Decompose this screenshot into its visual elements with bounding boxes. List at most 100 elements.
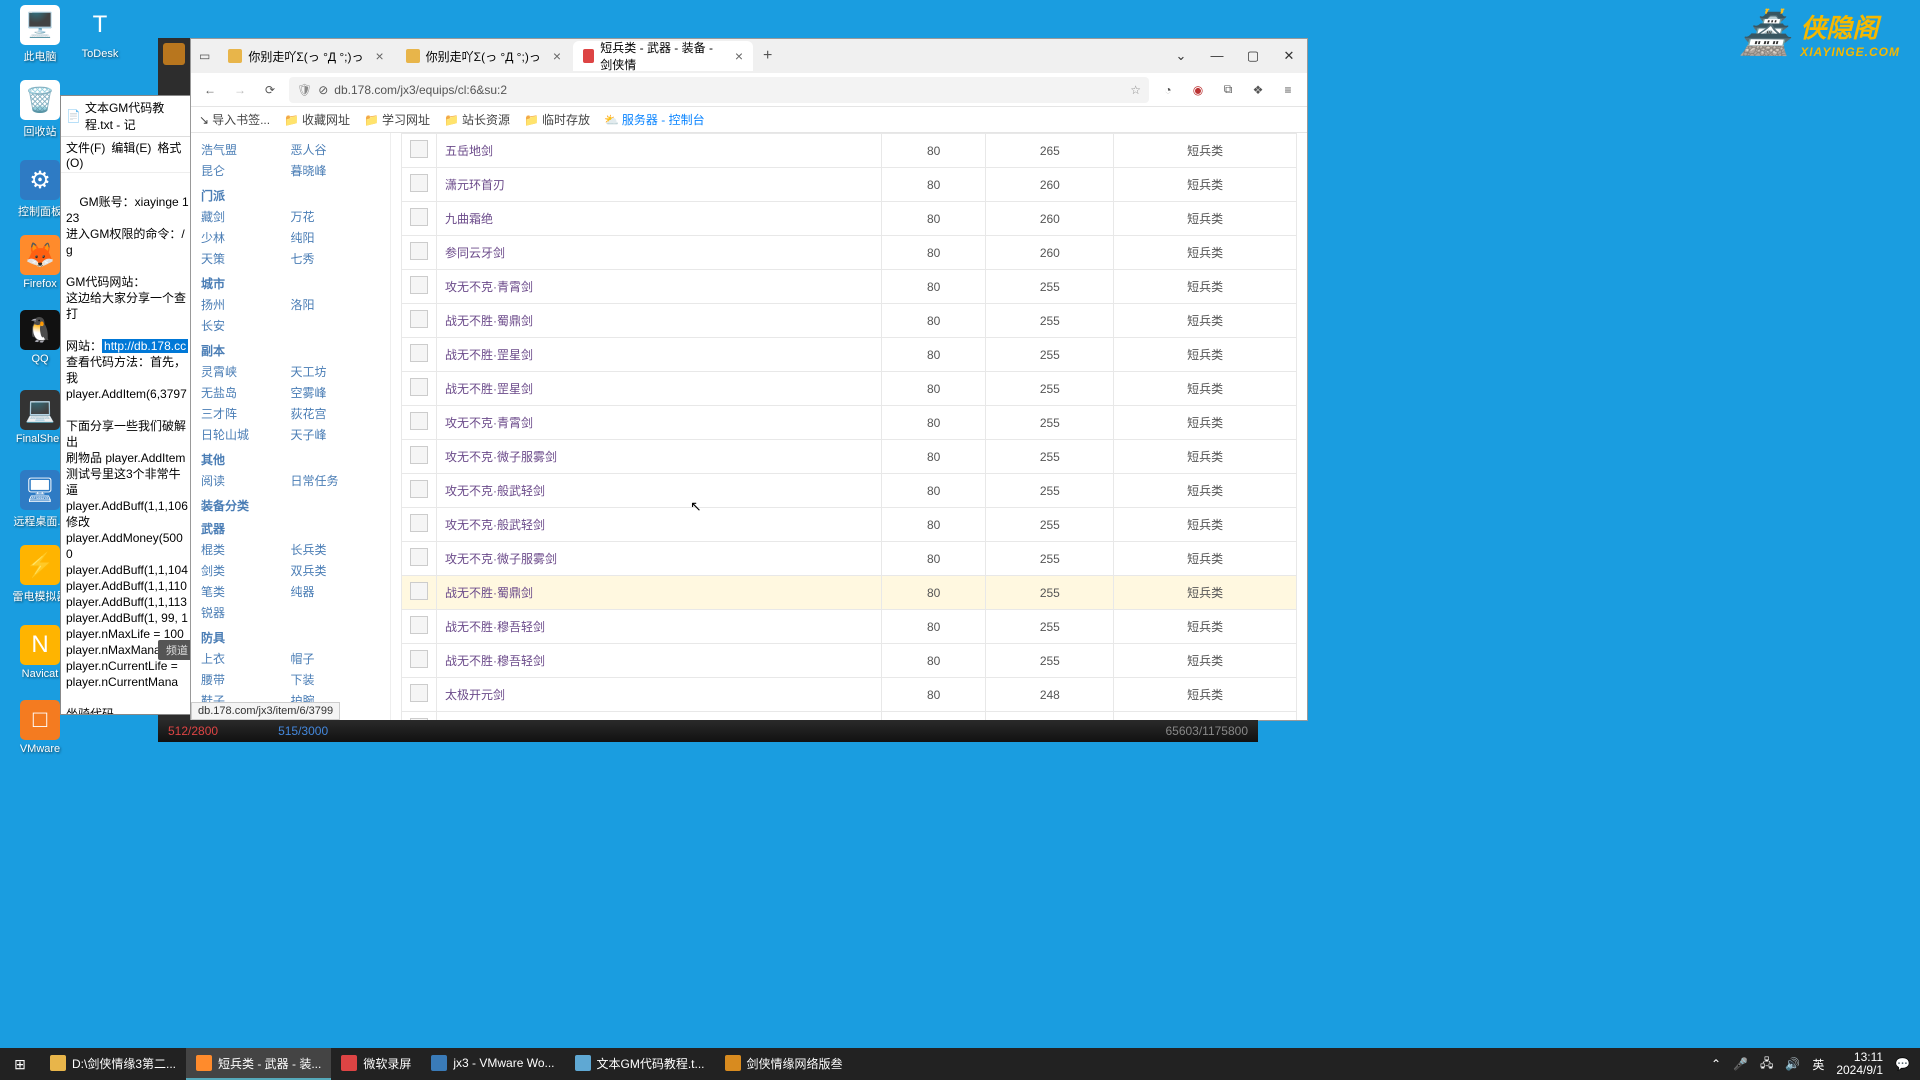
menu-item[interactable]: 文件(F) — [66, 141, 105, 155]
sidebar-link[interactable]: 双兵类 — [291, 560, 381, 581]
sidebar-link[interactable]: 万花 — [291, 206, 381, 227]
minimize-button[interactable]: — — [1199, 48, 1235, 64]
browser-tab[interactable]: 你别走吖Σ(っ °Д °;)っ× — [396, 41, 571, 71]
sidebar-link[interactable]: 扬州 — [201, 294, 291, 315]
extension-icon[interactable]: ⧉ — [1217, 82, 1239, 97]
sidebar-link[interactable]: 剑类 — [201, 560, 291, 581]
taskbar-item[interactable]: 文本GM代码教程.t... — [565, 1048, 715, 1080]
sidebar-link[interactable]: 下装 — [291, 669, 381, 690]
bookmark-item[interactable]: ⛅服务器 - 控制台 — [604, 111, 705, 128]
sidebar-link[interactable]: 藏剑 — [201, 206, 291, 227]
item-link[interactable]: 太极开元剑 — [445, 688, 505, 702]
sidebar-link[interactable]: 腰带 — [201, 669, 291, 690]
notepad-menubar[interactable]: 文件(F)编辑(E)格式(O) — [61, 137, 194, 173]
maximize-button[interactable]: ▢ — [1235, 48, 1271, 64]
tray-notification-icon[interactable]: 💬 — [1895, 1057, 1910, 1071]
taskbar-item[interactable]: 短兵类 - 武器 - 装... — [186, 1048, 331, 1080]
item-link[interactable]: 攻无不克·般武轻剑 — [445, 484, 545, 498]
desktop-icon-此电脑[interactable]: 🖥️此电脑 — [10, 5, 70, 64]
ublock-icon[interactable]: ◉ — [1187, 83, 1209, 97]
back-button[interactable]: ← — [199, 83, 221, 97]
browser-tab[interactable]: 短兵类 - 武器 - 装备 - 剑侠情× — [573, 41, 753, 71]
bookmark-item[interactable]: 📁收藏网址 — [284, 111, 350, 128]
sidebar-link[interactable]: 无盐岛 — [201, 382, 291, 403]
new-tab-button[interactable]: + — [755, 47, 780, 65]
forward-button[interactable]: → — [229, 83, 251, 97]
item-link[interactable]: 攻无不克·微子服雾剑 — [445, 552, 557, 566]
taskbar-item[interactable]: 剑侠情缘网络版叁 — [715, 1048, 853, 1080]
item-link[interactable]: 攻无不克·微子服雾剑 — [445, 450, 557, 464]
item-link[interactable]: 战无不胜·罡星剑 — [445, 348, 533, 362]
sidebar-link[interactable]: 上衣 — [201, 648, 291, 669]
item-link[interactable]: 潇元环首刃 — [445, 178, 505, 192]
sidebar-link[interactable]: 笔类 — [201, 581, 291, 602]
sidebar-link[interactable]: 帽子 — [291, 648, 381, 669]
url-input[interactable]: 🛡 ⊘ db.178.com/jx3/equips/cl:6&su:2 ☆ — [289, 77, 1149, 103]
sidebar-link[interactable]: 天工坊 — [291, 361, 381, 382]
tray-mic-icon[interactable]: 🎤 — [1733, 1057, 1748, 1071]
item-table-wrap[interactable]: 五岳地剑80265短兵类潇元环首刃80260短兵类九曲霜绝80260短兵类参同云… — [391, 133, 1307, 720]
tray-clock[interactable]: 13:11 2024/9/1 — [1836, 1051, 1883, 1077]
item-link[interactable]: 战无不胜·蜀鼎剑 — [445, 314, 533, 328]
sidebar-link[interactable]: 少林 — [201, 227, 291, 248]
start-button[interactable]: ⊞ — [0, 1056, 40, 1073]
sidebar-link[interactable]: 日轮山城 — [201, 424, 291, 445]
item-link[interactable]: 参同云牙剑 — [445, 246, 505, 260]
sidebar-link[interactable]: 天子峰 — [291, 424, 381, 445]
taskbar-item[interactable]: D:\剑侠情缘3第二... — [40, 1048, 186, 1080]
tray-chevron-icon[interactable]: ⌃ — [1711, 1057, 1721, 1071]
sidebar-link[interactable]: 锐器 — [201, 602, 291, 623]
taskbar-item[interactable]: jx3 - VMware Wo... — [421, 1048, 564, 1080]
sidebar-link[interactable]: 灵霄峡 — [201, 361, 291, 382]
sidebar-link[interactable]: 七秀 — [291, 248, 381, 269]
tab-close-icon[interactable]: × — [375, 48, 383, 64]
sidebar-link[interactable]: 昆仑 — [201, 160, 291, 181]
bookmark-item[interactable]: 📁临时存放 — [524, 111, 590, 128]
sidebar-link[interactable]: 纯阳 — [291, 227, 381, 248]
tab-history-icon[interactable]: ▭ — [199, 49, 210, 63]
sidebar-link[interactable]: 长安 — [201, 315, 291, 336]
pocket-icon[interactable]: ◔ — [1157, 83, 1179, 97]
sidebar-link[interactable]: 恶人谷 — [291, 139, 381, 160]
item-link[interactable]: 战无不胜·穆吾轻剑 — [445, 654, 545, 668]
puzzle-icon[interactable]: ❖ — [1247, 83, 1269, 97]
item-link[interactable]: 攻无不克·青霄剑 — [445, 416, 533, 430]
sidebar-link[interactable]: 荻花宫 — [291, 403, 381, 424]
sidebar-link[interactable]: 洛阳 — [291, 294, 381, 315]
item-link[interactable]: 攻无不克·青霄剑 — [445, 280, 533, 294]
sidebar-link[interactable]: 三才阵 — [201, 403, 291, 424]
notepad-content[interactable]: GM账号：xiayinge 123 进入GM权限的命令：/g GM代码网站： 这… — [61, 173, 194, 715]
sidebar-link[interactable]: 空雾峰 — [291, 382, 381, 403]
item-link[interactable]: 九曲霜绝 — [445, 212, 493, 226]
item-link[interactable]: 攻无不克·般武轻剑 — [445, 518, 545, 532]
close-button[interactable]: ✕ — [1271, 48, 1307, 64]
side-icon[interactable] — [163, 43, 185, 65]
sidebar-link[interactable]: 棍类 — [201, 539, 291, 560]
bookmark-item[interactable]: ↘导入书签... — [199, 111, 270, 128]
bookmark-star-icon[interactable]: ☆ — [1130, 83, 1141, 97]
sidebar-link[interactable]: 暮晓峰 — [291, 160, 381, 181]
bookmark-item[interactable]: 📁学习网址 — [364, 111, 430, 128]
item-link[interactable]: 战无不胜·穆吾轻剑 — [445, 620, 545, 634]
desktop-icon-ToDesk[interactable]: TToDesk — [70, 5, 130, 60]
browser-tab[interactable]: 你别走吖Σ(っ °Д °;)っ× — [218, 41, 393, 71]
sidebar-link[interactable]: 长兵类 — [291, 539, 381, 560]
sidebar-link[interactable]: 日常任务 — [291, 470, 381, 491]
menu-item[interactable]: 编辑(E) — [111, 141, 151, 155]
notepad-titlebar[interactable]: 📄 文本GM代码教程.txt - 记 — [61, 96, 194, 137]
tray-volume-icon[interactable]: 🔊 — [1785, 1057, 1800, 1071]
sidebar-link[interactable]: 阅读 — [201, 470, 291, 491]
tray-network-icon[interactable]: 🖧 — [1760, 1054, 1773, 1075]
item-link[interactable]: 五岳地剑 — [445, 144, 493, 158]
tab-close-icon[interactable]: × — [735, 48, 743, 64]
taskbar-item[interactable]: 微软录屏 — [331, 1048, 421, 1080]
reload-button[interactable]: ⟳ — [259, 83, 281, 97]
bookmark-item[interactable]: 📁站长资源 — [444, 111, 510, 128]
item-link[interactable]: 战无不胜·罡星剑 — [445, 382, 533, 396]
sidebar-link[interactable]: 浩气盟 — [201, 139, 291, 160]
tray-ime[interactable]: 英 — [1812, 1056, 1824, 1073]
tab-close-icon[interactable]: × — [553, 48, 561, 64]
item-link[interactable]: 战无不胜·蜀鼎剑 — [445, 586, 533, 600]
menu-icon[interactable]: ≡ — [1277, 83, 1299, 97]
sidebar-link[interactable]: 天策 — [201, 248, 291, 269]
